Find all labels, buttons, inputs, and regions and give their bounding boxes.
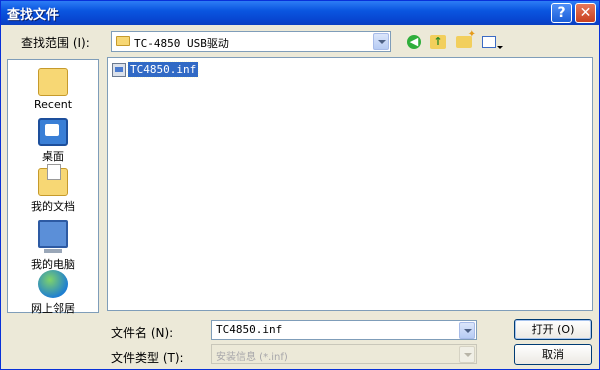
close-button[interactable]: ✕ xyxy=(575,3,596,23)
back-icon: ◀ xyxy=(407,35,421,49)
views-menu-button[interactable] xyxy=(481,33,507,51)
chevron-down-icon xyxy=(497,46,503,49)
filetype-label: 文件类型 (T): xyxy=(111,351,184,365)
place-label: 网上邻居 xyxy=(31,302,75,315)
place-network[interactable]: 网上邻居 xyxy=(8,270,98,316)
file-name: TC4850.inf xyxy=(126,61,200,78)
file-list[interactable]: TC4850.inf xyxy=(107,57,593,311)
filetype-combobox: 安装信息 (*.inf) xyxy=(211,344,477,364)
network-places-icon xyxy=(38,270,68,298)
new-folder-icon xyxy=(456,29,476,48)
my-documents-icon xyxy=(38,164,68,196)
find-file-dialog: 查找文件 ? ✕ 查找范围 (I): TC-4850 USB驱动 ◀ ↑ Rec… xyxy=(0,0,600,370)
filename-combobox[interactable]: TC4850.inf xyxy=(211,320,477,340)
help-button[interactable]: ? xyxy=(551,3,572,23)
look-in-value: TC-4850 USB驱动 xyxy=(134,37,229,50)
filetype-value: 安装信息 (*.inf) xyxy=(216,352,288,363)
filename-label: 文件名 (N): xyxy=(111,326,174,340)
setup-info-file-icon xyxy=(112,63,126,77)
cancel-button[interactable]: 取消 xyxy=(514,344,592,365)
look-in-dropdown-button[interactable] xyxy=(373,33,389,50)
filetype-dropdown-button xyxy=(459,346,475,363)
place-label: 我的文档 xyxy=(31,200,75,213)
up-folder-icon: ↑ xyxy=(430,35,446,49)
place-recent[interactable]: Recent xyxy=(8,68,98,111)
place-desktop[interactable]: 桌面 xyxy=(8,118,98,164)
place-label: 桌面 xyxy=(42,150,64,163)
place-label: Recent xyxy=(33,98,73,111)
recent-folder-icon xyxy=(38,68,68,96)
my-computer-icon xyxy=(38,220,68,253)
place-my-computer[interactable]: 我的电脑 xyxy=(8,220,98,272)
filename-value: TC4850.inf xyxy=(216,323,283,336)
place-my-documents[interactable]: 我的文档 xyxy=(8,164,98,214)
folder-icon xyxy=(116,36,130,46)
back-button[interactable]: ◀ xyxy=(405,33,425,51)
up-folder-button[interactable]: ↑ xyxy=(429,33,449,51)
views-menu-icon xyxy=(482,36,496,48)
look-in-label: 查找范围 (I): xyxy=(21,36,90,50)
places-bar: Recent 桌面 我的文档 我的电脑 网上邻居 xyxy=(7,59,99,316)
window-title: 查找文件 xyxy=(7,8,60,23)
new-folder-button[interactable] xyxy=(455,29,476,51)
desktop-icon xyxy=(38,118,68,146)
title-bar: 查找文件 ? ✕ xyxy=(1,1,599,25)
filename-dropdown-button[interactable] xyxy=(459,322,475,339)
look-in-combobox[interactable]: TC-4850 USB驱动 xyxy=(111,31,391,52)
open-button[interactable]: 打开 (O) xyxy=(514,319,592,340)
